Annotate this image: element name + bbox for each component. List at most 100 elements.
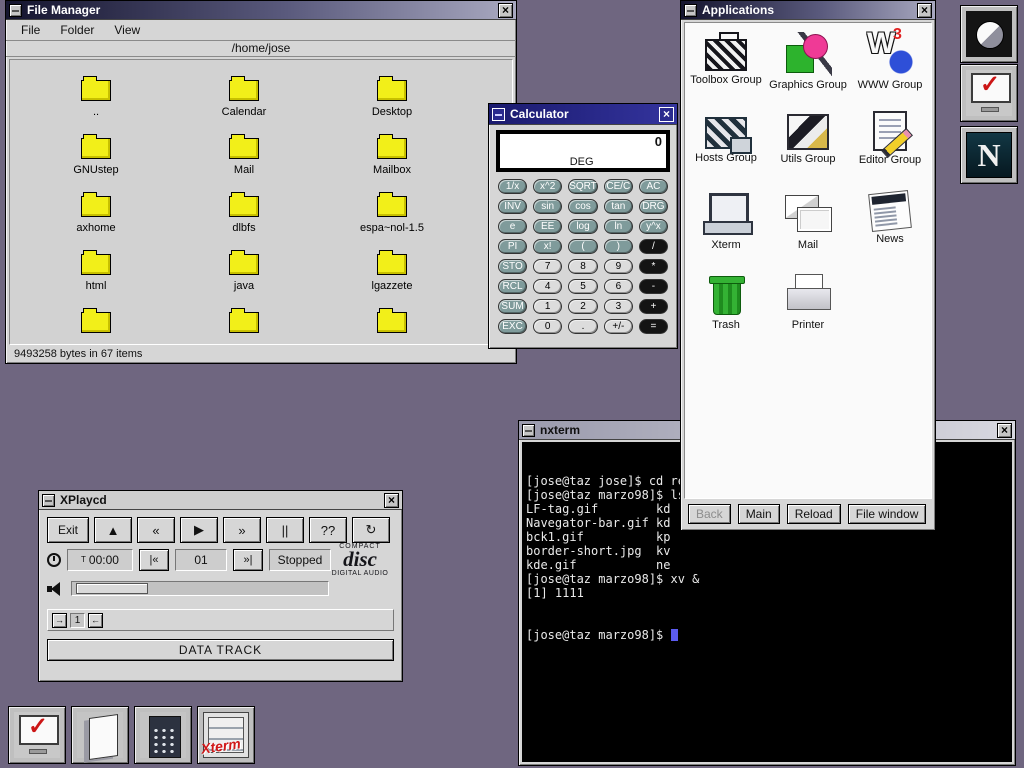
taskbar-book-button[interactable] xyxy=(71,706,129,764)
calc-button[interactable]: - xyxy=(639,279,668,294)
folder-item[interactable]: Calendar xyxy=(170,74,318,132)
calc-button[interactable]: INV xyxy=(498,199,527,214)
close-icon[interactable]: × xyxy=(659,107,674,122)
program-left-button[interactable]: ← xyxy=(88,613,103,628)
rewind-button[interactable]: « xyxy=(137,517,175,543)
close-icon[interactable]: × xyxy=(498,3,513,18)
calc-button[interactable]: 9 xyxy=(604,259,633,274)
app-icon-item[interactable]: Trash xyxy=(685,269,767,349)
calc-button[interactable]: CE/C xyxy=(604,179,633,194)
calc-button[interactable]: EE xyxy=(533,219,562,234)
folder-item[interactable]: html xyxy=(22,248,170,306)
calc-button[interactable]: tan xyxy=(604,199,633,214)
exit-button[interactable]: Exit xyxy=(47,517,89,543)
file-window-button[interactable]: File window xyxy=(848,504,927,524)
calc-button[interactable]: 1 xyxy=(533,299,562,314)
prev-track-button[interactable]: |« xyxy=(139,549,169,571)
data-track-button[interactable]: DATA TRACK xyxy=(47,639,394,661)
calc-button[interactable]: 1/x xyxy=(498,179,527,194)
calc-button[interactable]: y^x xyxy=(639,219,668,234)
app-icon-item[interactable]: Editor Group xyxy=(849,109,931,189)
calc-button[interactable]: x^2 xyxy=(533,179,562,194)
app-icon-item[interactable]: Graphics Group xyxy=(767,29,849,109)
calc-button[interactable]: 4 xyxy=(533,279,562,294)
app-icon-item[interactable]: Toolbox Group xyxy=(685,29,767,109)
folder-item[interactable] xyxy=(22,306,170,345)
close-icon[interactable]: × xyxy=(384,493,399,508)
calculator-titlebar[interactable]: Calculator × xyxy=(489,104,677,125)
pause-button[interactable]: || xyxy=(266,517,304,543)
close-icon[interactable]: × xyxy=(917,3,932,18)
app-icon-item[interactable]: News xyxy=(849,189,931,269)
calc-button[interactable]: = xyxy=(639,319,668,334)
shuffle-button[interactable]: ?? xyxy=(309,517,347,543)
calc-button[interactable]: 0 xyxy=(533,319,562,334)
close-icon[interactable]: × xyxy=(997,423,1012,438)
calc-button[interactable]: cos xyxy=(568,199,598,214)
folder-item[interactable]: espa~nol-1.5 xyxy=(318,190,466,248)
calc-button[interactable]: 6 xyxy=(604,279,633,294)
dock-netscape-button[interactable]: N xyxy=(960,126,1018,184)
calc-button[interactable]: AC xyxy=(639,179,668,194)
repeat-button[interactable]: ↻ xyxy=(352,517,390,543)
menu-item[interactable]: View xyxy=(104,21,150,39)
app-icon-item[interactable]: Hosts Group xyxy=(685,109,767,189)
desktop[interactable]: File Manager × FileFolderView /home/jose… xyxy=(0,0,1024,768)
next-track-button[interactable]: »| xyxy=(233,549,263,571)
window-menu-icon[interactable] xyxy=(42,494,55,507)
file-list-area[interactable]: .. Calendar Desktop GNUstep Mail Mailbox xyxy=(9,59,513,345)
reload-button[interactable]: Reload xyxy=(787,504,841,524)
window-menu-icon[interactable] xyxy=(684,4,697,17)
calc-button[interactable]: 7 xyxy=(533,259,562,274)
taskbar-xterm-button[interactable]: Xterm xyxy=(197,706,255,764)
folder-item[interactable]: Mailbox xyxy=(318,132,466,190)
calc-button[interactable]: PI xyxy=(498,239,527,254)
folder-item[interactable]: GNUstep xyxy=(22,132,170,190)
calc-button[interactable]: / xyxy=(639,239,668,254)
applications-titlebar[interactable]: Applications × xyxy=(681,1,935,20)
volume-slider-thumb[interactable] xyxy=(76,583,148,594)
window-menu-icon[interactable] xyxy=(522,424,535,437)
window-menu-icon[interactable] xyxy=(492,108,505,121)
calc-button[interactable]: STO xyxy=(498,259,527,274)
calc-button[interactable]: 3 xyxy=(604,299,633,314)
app-icon-item[interactable]: WWW Group xyxy=(849,29,931,109)
calc-button[interactable]: x! xyxy=(533,239,562,254)
xplaycd-titlebar[interactable]: XPlaycd × xyxy=(39,491,402,510)
calc-button[interactable]: 5 xyxy=(568,279,598,294)
calc-button[interactable]: ) xyxy=(604,239,633,254)
calc-button[interactable]: RCL xyxy=(498,279,527,294)
folder-item[interactable]: dlbfs xyxy=(170,190,318,248)
volume-slider[interactable] xyxy=(71,581,329,596)
app-icon-item[interactable]: Utils Group xyxy=(767,109,849,189)
taskbar-monitor-button[interactable] xyxy=(8,706,66,764)
calc-button[interactable]: ln xyxy=(604,219,633,234)
main-button[interactable]: Main xyxy=(738,504,780,524)
calc-button[interactable]: DRG xyxy=(639,199,668,214)
program-right-button[interactable]: → xyxy=(52,613,67,628)
app-icon-item[interactable]: Printer xyxy=(767,269,849,349)
calc-button[interactable]: +/- xyxy=(604,319,633,334)
calc-button[interactable]: ( xyxy=(568,239,598,254)
folder-item[interactable]: lgazzete xyxy=(318,248,466,306)
menu-item[interactable]: File xyxy=(11,21,50,39)
fast-forward-button[interactable]: » xyxy=(223,517,261,543)
dock-windowmaker-button[interactable] xyxy=(960,5,1018,63)
dock-monitor-button[interactable] xyxy=(960,64,1018,122)
play-button[interactable]: ▶ xyxy=(180,517,218,543)
window-menu-icon[interactable] xyxy=(9,4,22,17)
folder-item[interactable]: Mail xyxy=(170,132,318,190)
file-manager-titlebar[interactable]: File Manager × xyxy=(6,1,516,20)
back-button[interactable]: Back xyxy=(688,504,731,524)
eject-button[interactable]: ▲ xyxy=(94,517,132,543)
calc-button[interactable]: e xyxy=(498,219,527,234)
calc-button[interactable]: sin xyxy=(533,199,562,214)
folder-item[interactable]: .. xyxy=(22,74,170,132)
folder-item[interactable] xyxy=(170,306,318,345)
folder-item[interactable]: axhome xyxy=(22,190,170,248)
calc-button[interactable]: . xyxy=(568,319,598,334)
calc-button[interactable]: * xyxy=(639,259,668,274)
calc-button[interactable]: log xyxy=(568,219,598,234)
app-icon-item[interactable]: Mail xyxy=(767,189,849,269)
folder-item[interactable]: java xyxy=(170,248,318,306)
